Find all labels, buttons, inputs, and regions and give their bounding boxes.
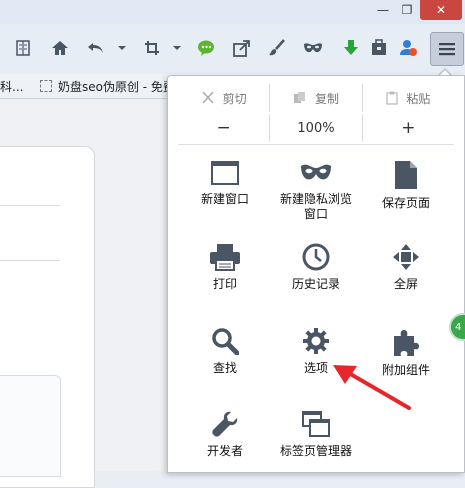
screenshot-crop-icon[interactable] [141, 37, 163, 59]
wechat-icon[interactable] [196, 37, 218, 59]
find-button[interactable]: 查找 [180, 327, 270, 376]
side-badge-count: 4 [455, 321, 462, 333]
save-page-button[interactable]: 保存页面 [361, 160, 451, 211]
printer-icon [210, 244, 240, 271]
puzzle-icon [394, 330, 419, 356]
new-window-icon [211, 161, 239, 185]
history-button[interactable]: 历史记录 [271, 243, 361, 292]
developer-button[interactable]: 开发者 [180, 410, 270, 459]
maximize-button[interactable]: ❐ [396, 0, 418, 20]
toolbox-icon[interactable] [368, 37, 390, 59]
download-icon[interactable] [340, 37, 362, 59]
paste-button[interactable]: 粘贴 [361, 84, 454, 112]
new-window-button[interactable]: 新建窗口 [180, 160, 270, 207]
edit-controls: 剪切 复制 粘贴 [178, 84, 454, 112]
wrench-icon [212, 411, 238, 437]
brush-icon[interactable] [266, 37, 288, 59]
paste-label: 粘贴 [406, 91, 431, 106]
search-icon [212, 328, 239, 355]
tab-manager-label: 标签页管理器 [279, 444, 352, 458]
user-account-icon[interactable] [397, 37, 419, 59]
new-window-label: 新建窗口 [200, 192, 249, 206]
home-icon[interactable] [49, 37, 71, 59]
share-icon[interactable] [231, 37, 253, 59]
close-window-button[interactable]: ✕ [420, 0, 462, 20]
bookmark-item[interactable]: 奶盘seo伪原创 - 免费 [58, 78, 175, 95]
private-mask-icon[interactable] [302, 37, 324, 59]
history-clock-icon [302, 243, 330, 271]
screenshot-dropdown-chevron-icon[interactable] [166, 37, 188, 59]
scissors-icon [202, 91, 214, 104]
divider [0, 260, 60, 261]
cut-button[interactable]: 剪切 [178, 84, 269, 112]
zoom-in-button[interactable]: + [361, 114, 454, 142]
hamburger-icon [439, 43, 455, 56]
print-button[interactable]: 打印 [180, 243, 270, 292]
gear-icon [303, 328, 329, 354]
print-label: 打印 [212, 277, 237, 291]
annotation-arrow-icon [333, 365, 411, 410]
page-favicon-icon [40, 80, 52, 92]
divider [0, 205, 60, 206]
copy-label: 复制 [314, 91, 339, 106]
reader-view-icon[interactable] [12, 37, 34, 59]
fullscreen-label: 全屏 [393, 277, 418, 291]
minimize-button[interactable]: — [372, 0, 394, 20]
save-page-label: 保存页面 [381, 196, 430, 210]
find-label: 查找 [212, 361, 237, 375]
title-bar: — ❐ ✕ [0, 0, 465, 24]
developer-label: 开发者 [206, 444, 243, 458]
private-mask-icon [301, 164, 331, 180]
navigation-toolbar [0, 24, 465, 75]
zoom-level-reset[interactable]: 100% [269, 114, 361, 142]
open-menu-button[interactable] [430, 32, 464, 66]
bookmark-item[interactable]: 科... [0, 78, 23, 95]
new-private-window-button[interactable]: 新建隐私浏览 窗口 [271, 160, 361, 222]
cut-label: 剪切 [222, 91, 247, 106]
tab-manager-button[interactable]: 标签页管理器 [271, 410, 361, 459]
undo-close-tab-icon[interactable] [85, 37, 107, 59]
clipboard-icon [386, 91, 398, 105]
copy-button[interactable]: 复制 [269, 84, 361, 112]
content-card [0, 375, 61, 477]
fullscreen-icon [393, 244, 419, 270]
copy-icon [293, 92, 305, 103]
undo-dropdown-chevron-icon[interactable] [111, 37, 133, 59]
app-menu-panel: 剪切 复制 粘贴 − 100% + 新建窗口 新建隐私浏览 窗口 保存页面 打印… [167, 75, 465, 473]
zoom-out-button[interactable]: − [178, 114, 269, 142]
zoom-controls: − 100% + [178, 114, 454, 142]
new-private-window-label: 新建隐私浏览 窗口 [279, 192, 352, 221]
menu-separator [178, 144, 454, 145]
tab-manager-icon [302, 411, 330, 437]
save-page-icon [395, 161, 417, 189]
history-label: 历史记录 [291, 277, 340, 291]
fullscreen-button[interactable]: 全屏 [361, 243, 451, 292]
